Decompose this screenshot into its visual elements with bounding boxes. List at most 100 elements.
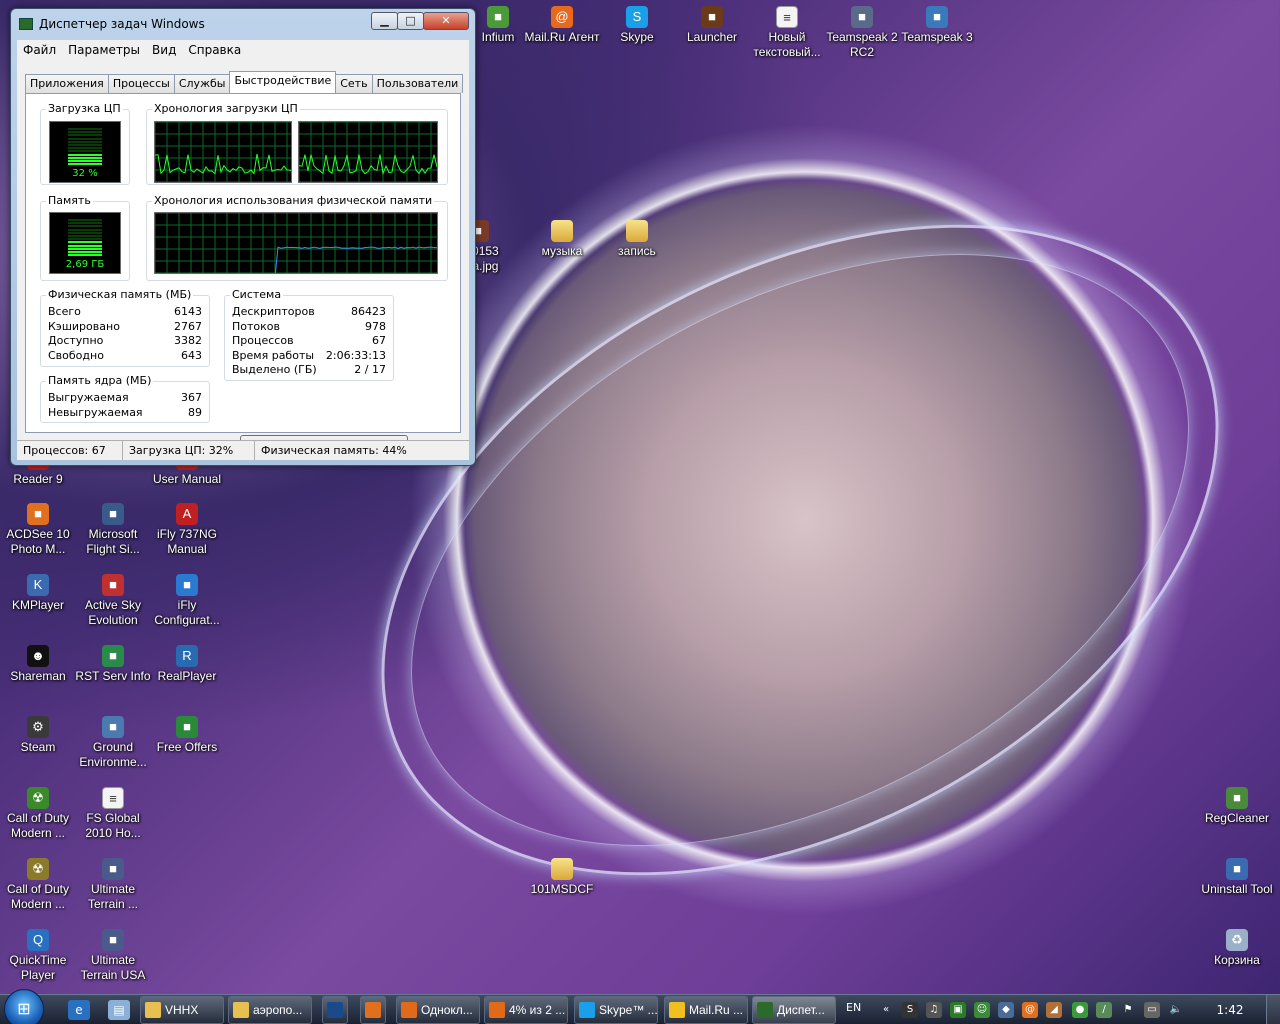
cpu-usage-label: Загрузка ЦП [46,102,123,115]
desktop-icon[interactable]: ☢ Call of Duty Modern ... [0,858,76,912]
screen-tray-icon[interactable]: ▭ [1144,1002,1160,1018]
maximize-button[interactable]: □ [397,12,424,30]
desktop-icon[interactable]: ■ Launcher [674,6,750,45]
menu-help[interactable]: Справка [182,43,247,57]
text-document-icon: ≡ [102,787,124,809]
memory-meter-bar [68,225,102,228]
taskbar-button[interactable]: 4% из 2 ... [484,996,568,1024]
desktop-icon[interactable]: музыка [524,220,600,259]
close-button[interactable]: ✕ [423,12,469,30]
cpu-history-label: Хронология загрузки ЦП [152,102,300,115]
desktop-icon[interactable]: ■ Teamspeak 3 [899,6,975,45]
windows-explorer-icon[interactable]: ▤ [108,1000,130,1020]
desktop-icon[interactable]: ≡ Новый текстовый... [749,6,825,60]
skype-icon [579,1002,595,1018]
desktop-icon[interactable]: ■ Microsoft Flight Si... [75,503,151,557]
desktop-icon[interactable]: ■ Free Offers [149,716,225,755]
desktop-icon[interactable]: запись [599,220,675,259]
internet-explorer-icon[interactable]: e [68,1000,90,1020]
tray-arrows-icon[interactable]: « [878,1002,894,1018]
tab-processes[interactable]: Процессы [107,74,175,93]
tab-network[interactable]: Сеть [335,74,373,93]
stat-name: Дескрипторов [232,305,315,318]
shield-tray-icon[interactable]: ◆ [998,1002,1014,1018]
desktop-icon[interactable]: ☻ Shareman [0,645,76,684]
desktop-icon[interactable]: Q QuickTime Player [0,929,76,983]
desktop-icon[interactable]: ■ Teamspeak 2 RC2 [824,6,900,60]
active-sky-icon: ■ [102,574,124,596]
media-player-icon [365,1002,381,1018]
desktop-icon[interactable]: ♻ Корзина [1199,929,1275,968]
user-tray-icon[interactable]: ☺ [974,1002,990,1018]
desktop-icon[interactable]: ■ Active Sky Evolution [75,574,151,628]
rst-serv-icon: ■ [102,645,124,667]
desktop-icon-label: Call of Duty Modern ... [6,882,70,911]
title-bar[interactable]: Диспетчер задач Windows [19,14,205,34]
minimize-button[interactable]: ▁ [371,12,398,30]
steam-tray-icon[interactable]: S [902,1002,918,1018]
network-tray-icon[interactable]: ● [1072,1002,1088,1018]
desktop-icon[interactable]: ■ iFly Configurat... [149,574,225,628]
tab-users[interactable]: Пользователи [371,74,464,93]
memory-meter-bar [68,228,102,231]
speaker-tray-icon[interactable]: 🔈 [1168,1002,1184,1018]
cpu-usage-meter: 32 % [49,121,121,183]
tab-services[interactable]: Службы [173,74,231,93]
desktop-icon[interactable]: ■ Ultimate Terrain USA [75,929,151,983]
desktop-icon[interactable]: ■ RegCleaner [1199,787,1275,826]
menu-file[interactable]: Файл [17,43,62,57]
mailru-tray-icon[interactable]: @ [1022,1002,1038,1018]
tab-performance[interactable]: Быстродействие [229,71,337,93]
menu-view[interactable]: Вид [146,43,182,57]
desktop-icon[interactable]: 101MSDCF [524,858,600,897]
desktop-icon-label: Новый текстовый... [753,30,821,59]
desktop-icon[interactable]: K KMPlayer [0,574,76,613]
tab-applications[interactable]: Приложения [25,74,109,93]
desktop-icon-label: Ultimate Terrain ... [87,882,138,911]
taskbar-button[interactable] [322,996,348,1024]
memory-meter-bar [68,254,102,257]
desktop-icon[interactable]: ■ Ultimate Terrain ... [75,858,151,912]
kernel-memory-list: Выгружаемая 367 Невыгружаемая 89 [48,391,202,420]
show-desktop-button[interactable] [1266,995,1280,1024]
pen-tray-icon[interactable]: / [1096,1002,1112,1018]
desktop-icon[interactable]: ■ ACDSee 10 Photo M... [0,503,76,557]
taskbar-button[interactable]: аэропо... [228,996,312,1024]
monitor-tray-icon[interactable]: ▣ [950,1002,966,1018]
stat-value: 978 [365,319,386,333]
desktop-icon[interactable]: R RealPlayer [149,645,225,684]
desktop-icon[interactable]: ■ Uninstall Tool [1199,858,1275,897]
desktop-icon[interactable]: ⚙ Steam [0,716,76,755]
desktop-icon[interactable]: ■ Ground Environme... [75,716,151,770]
taskbar-button[interactable]: Mail.Ru ... [664,996,748,1024]
cpu-meter-bar [68,137,102,140]
taskbar-button[interactable]: Однокл... [396,996,480,1024]
desktop-icon[interactable]: ≡ FS Global 2010 Ho... [75,787,151,841]
taskbar-button[interactable] [360,996,386,1024]
desktop-icon[interactable]: ☢ Call of Duty Modern ... [0,787,76,841]
flag-tray-icon[interactable]: ⚑ [1120,1002,1136,1018]
desktop-icon[interactable]: ■ RST Serv Info [75,645,151,684]
desktop-icon[interactable]: AiFly 737NG Manual [149,503,225,557]
memory-meter-bar [68,241,102,244]
desktop-icon-label: музыка [541,244,583,258]
stat-name: Всего [48,305,81,318]
desktop-icon-label: запись [618,244,656,258]
menu-options[interactable]: Параметры [62,43,146,57]
physical-memory-label: Физическая память (МБ) [46,288,194,301]
desktop-icon[interactable]: @ Mail.Ru Агент [524,6,600,45]
desktop-icon-label: Steam [20,740,56,754]
language-indicator[interactable]: EN [846,1001,861,1014]
task-manager-window[interactable]: Диспетчер задач Windows ▁ □ ✕ Файл Парам… [10,8,476,466]
stat-row: Невыгружаемая 89 [48,406,202,421]
taskbar-button[interactable]: Skype™ ... [574,996,658,1024]
start-button[interactable]: ⊞ [4,989,44,1024]
taskbar-button[interactable]: VHHX [140,996,224,1024]
desktop-icon[interactable]: S Skype [599,6,675,45]
volume-tray-icon[interactable]: ◢ [1046,1002,1062,1018]
clock[interactable]: 1:42 [1210,1003,1250,1017]
taskbar-button[interactable]: Диспет... [752,996,836,1024]
headset-tray-icon[interactable]: ♫ [926,1002,942,1018]
launcher-icon: ■ [701,6,723,28]
memory-meter-bar [68,251,102,253]
